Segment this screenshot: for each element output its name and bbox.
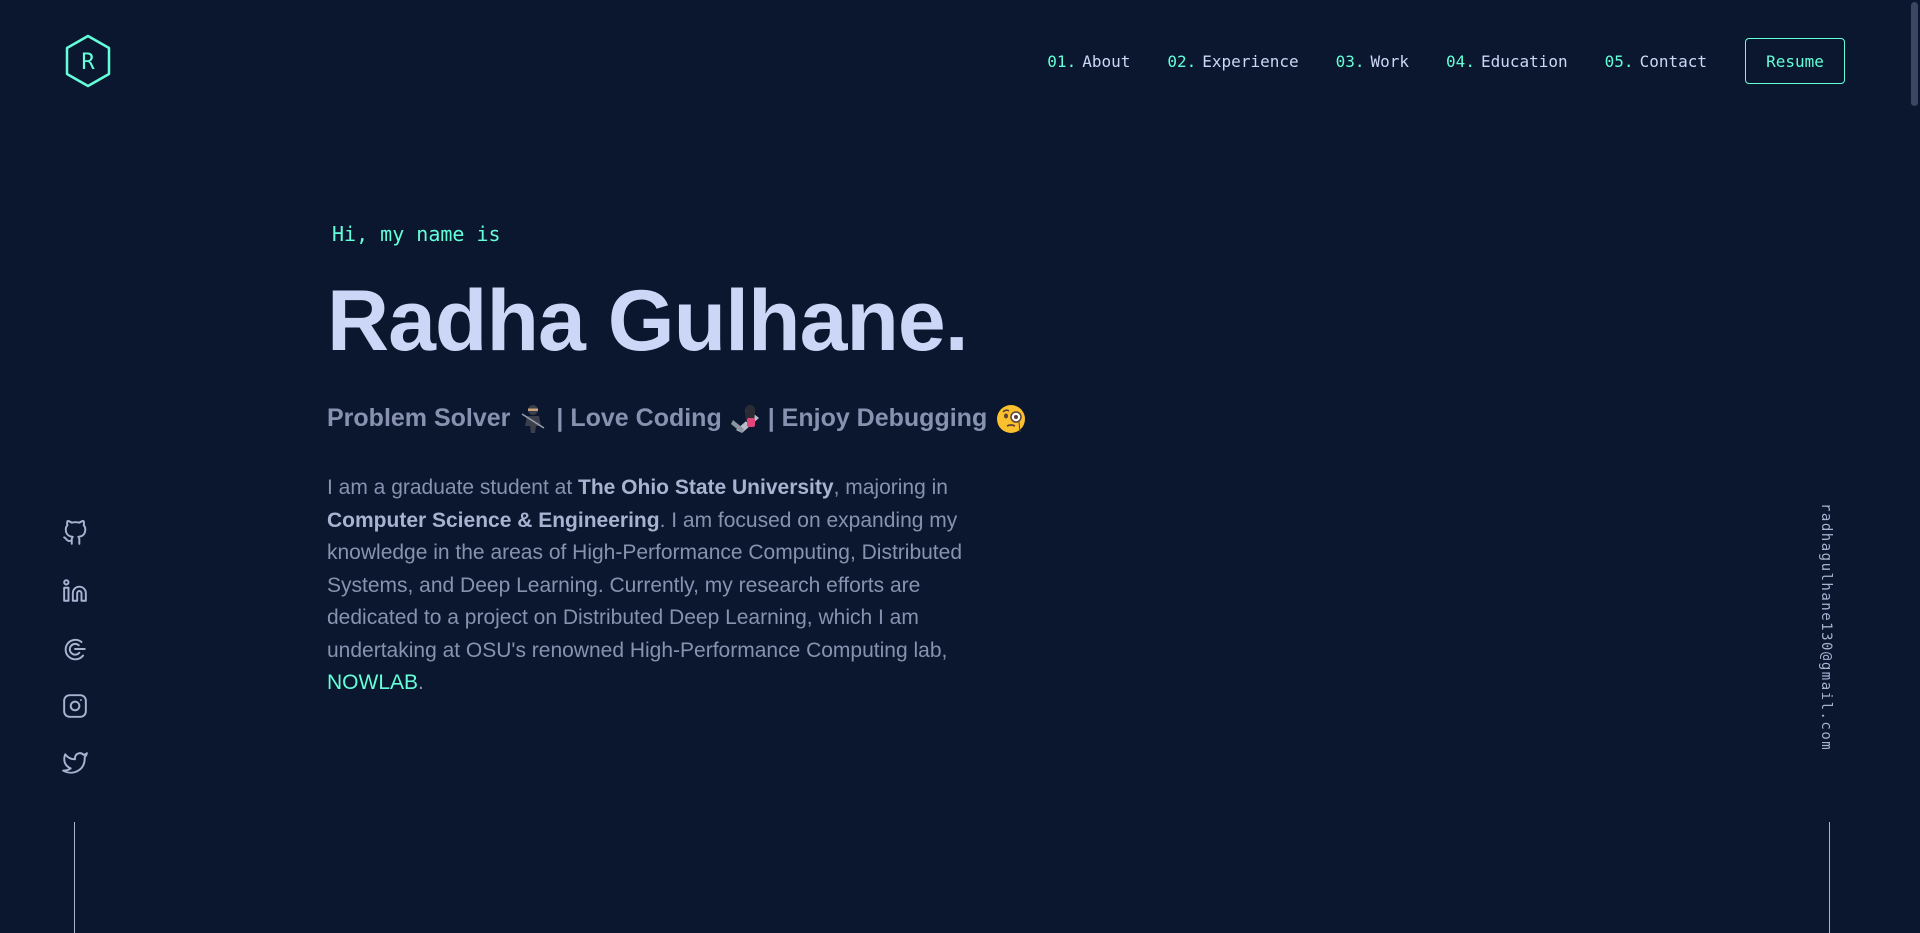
nav-item-contact[interactable]: 05. Contact <box>1605 52 1707 71</box>
nav-label: Work <box>1370 51 1410 71</box>
instagram-icon[interactable] <box>62 693 88 719</box>
bio-major: Computer Science & Engineering <box>327 508 660 532</box>
logo-hexagon[interactable]: R <box>64 34 112 88</box>
nav-item-about[interactable]: 01. About <box>1047 52 1130 71</box>
tagline-problem-solver: Problem Solver <box>327 403 511 432</box>
nav-number: 01. <box>1047 51 1077 71</box>
nav-label: Contact <box>1639 51 1707 71</box>
linkedin-icon[interactable] <box>62 578 88 604</box>
nav-number: 04. <box>1446 51 1475 71</box>
twitter-icon[interactable] <box>62 750 88 776</box>
bio-text: I am a graduate student at <box>327 476 578 499</box>
nav-number: 03. <box>1335 51 1365 71</box>
bio-text: . <box>418 671 424 694</box>
hero-tagline: Problem Solver | Love Coding | Enjoy Deb… <box>327 402 1033 434</box>
greeting-text: Hi, my name is <box>332 222 501 246</box>
nav-item-experience[interactable]: 02. Experience <box>1167 52 1298 71</box>
nav-item-education[interactable]: 04. Education <box>1446 52 1568 71</box>
codechef-icon[interactable] <box>62 636 88 662</box>
nav-label: Education <box>1480 51 1568 71</box>
logo-letter: R <box>81 49 95 75</box>
nav-number: 02. <box>1167 51 1197 71</box>
site-header: R 01. About 02. Experience 03. Work 04. … <box>0 0 1920 122</box>
tagline-enjoy-debugging: | Enjoy Debugging <box>767 403 988 432</box>
monocle-face-emoji-icon <box>995 402 1026 434</box>
page-scrollbar[interactable] <box>1908 0 1920 933</box>
email-link[interactable]: radhagulhane130@gmail.com <box>1818 503 1834 751</box>
ninja-emoji-icon <box>518 402 548 434</box>
nav-label: About <box>1082 51 1131 71</box>
resume-button[interactable]: Resume <box>1745 38 1845 84</box>
scrollbar-thumb[interactable] <box>1911 2 1918 106</box>
hero-name: Radha Gulhane. <box>327 273 969 369</box>
github-icon[interactable] <box>62 520 88 546</box>
bio-university: The Ohio State University <box>578 476 834 499</box>
social-sidebar-line <box>74 822 75 933</box>
nowlab-link[interactable]: NOWLAB <box>327 671 418 694</box>
main-nav: 01. About 02. Experience 03. Work 04. Ed… <box>1047 36 1845 86</box>
nav-number: 05. <box>1604 51 1634 71</box>
nav-label: Experience <box>1202 51 1299 71</box>
email-sidebar-line <box>1829 822 1830 933</box>
bio-text: , majoring in <box>833 476 948 499</box>
tagline-love-coding: | Love Coding <box>556 403 722 432</box>
hero-bio: I am a graduate student at The Ohio Stat… <box>327 472 1007 700</box>
nav-item-work[interactable]: 03. Work <box>1336 52 1409 71</box>
coder-emoji-icon <box>730 402 760 434</box>
